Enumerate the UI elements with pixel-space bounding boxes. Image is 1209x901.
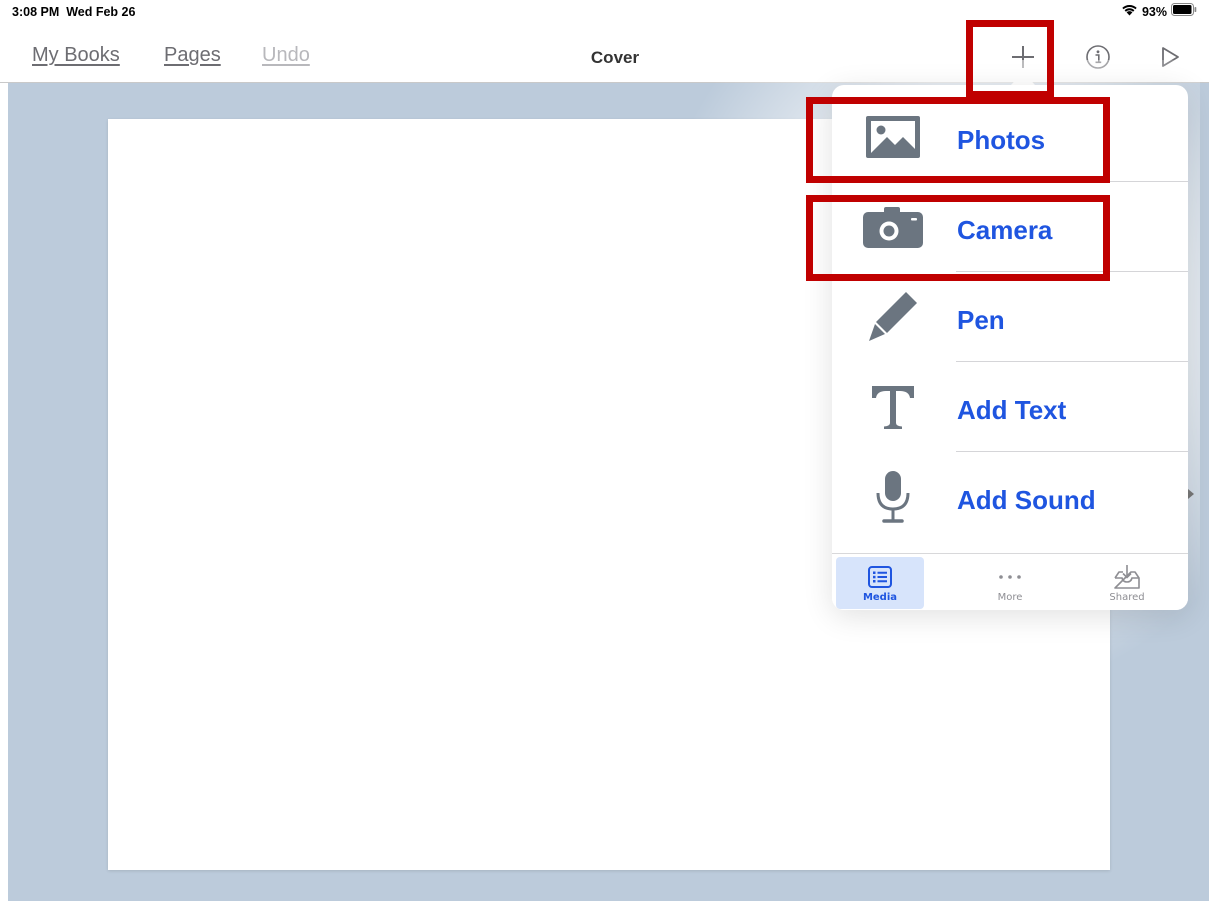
shared-icon [1083, 564, 1171, 590]
pen-icon [858, 292, 928, 342]
menu-item-add-sound[interactable]: Add Sound [832, 452, 1188, 542]
popover-tab-bar: Media More Shared [832, 553, 1188, 610]
tab-media[interactable]: Media [836, 557, 924, 609]
menu-label-photos: Photos [957, 125, 1046, 155]
status-clock: 3:08 PM [12, 5, 60, 19]
tab-label-more: More [997, 592, 1023, 603]
play-button[interactable] [1148, 35, 1192, 79]
battery-percent: 93% [1141, 5, 1167, 19]
menu-label-add-sound: Add Sound [957, 485, 1096, 515]
popover-arrow [1011, 72, 1035, 85]
tab-more[interactable]: More [966, 557, 1054, 609]
more-icon [966, 564, 1054, 590]
menu-item-camera[interactable]: Camera [832, 182, 1188, 272]
media-icon [836, 564, 924, 590]
camera-icon [858, 202, 928, 252]
pages-link[interactable]: Pages [164, 44, 221, 67]
status-time: 3:08 PM Wed Feb 26 [12, 5, 135, 19]
play-icon [1162, 47, 1179, 67]
menu-item-photos[interactable]: Photos [832, 92, 1188, 182]
undo-link[interactable]: Undo [262, 44, 310, 67]
status-date: Wed Feb 26 [66, 5, 136, 19]
info-icon [1086, 45, 1110, 69]
menu-label-add-text: Add Text [957, 395, 1067, 425]
tab-label-shared: Shared [1109, 592, 1145, 603]
microphone-icon [858, 471, 928, 523]
menu-label-camera: Camera [957, 215, 1053, 245]
text-icon [858, 382, 928, 432]
menu-item-add-text[interactable]: Add Text [832, 362, 1188, 452]
battery-icon [1171, 3, 1197, 21]
my-books-link[interactable]: My Books [32, 44, 120, 67]
tab-shared[interactable]: Shared [1083, 557, 1171, 609]
status-right: 93% [1121, 3, 1197, 21]
plus-icon [1012, 46, 1034, 68]
photo-icon [858, 112, 928, 162]
expand-arrow-icon[interactable] [1188, 489, 1194, 499]
page-title: Cover [590, 48, 640, 67]
status-bar: 3:08 PM Wed Feb 26 93% [0, 0, 1209, 24]
menu-item-pen[interactable]: Pen [832, 272, 1188, 362]
add-media-popover: Photos Camera Pen Add Text Add Sound Med… [832, 85, 1188, 610]
info-button[interactable] [1076, 35, 1120, 79]
wifi-icon [1121, 3, 1138, 21]
tab-label-media: Media [862, 592, 898, 603]
menu-label-pen: Pen [957, 305, 1005, 335]
